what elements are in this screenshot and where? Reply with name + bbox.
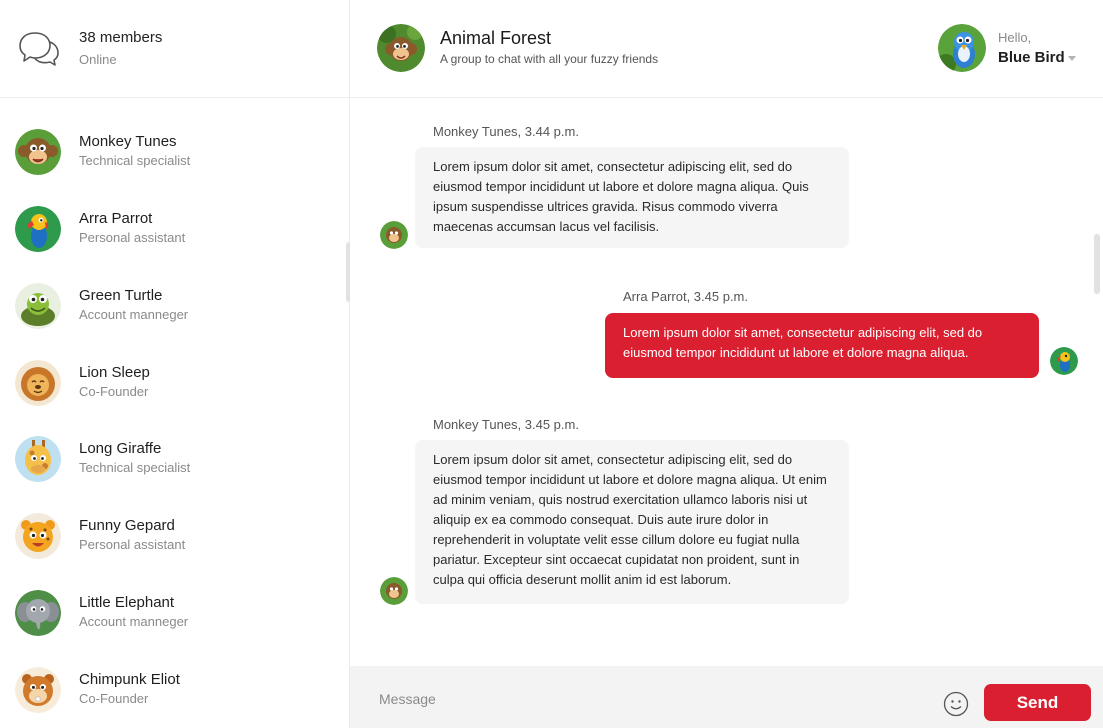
chat-bubbles-icon bbox=[19, 32, 59, 66]
messages-scrollbar[interactable] bbox=[1094, 234, 1100, 294]
contact-name: Long Giraffe bbox=[79, 440, 162, 457]
contact-item-funny-gepard[interactable]: Funny Gepard Personal assistant bbox=[0, 505, 340, 565]
group-description: A group to chat with all your fuzzy frie… bbox=[440, 52, 659, 66]
parrot-avatar bbox=[15, 206, 61, 252]
message-author: Monkey Tunes, 3.44 p.m. bbox=[433, 124, 579, 139]
contact-item-long-giraffe[interactable]: Long Giraffe Technical specialist bbox=[0, 428, 340, 488]
contact-item-arra-parrot[interactable]: Arra Parrot Personal assistant bbox=[0, 198, 340, 258]
sidebar: 38 members Online Monkey Tunes Technical… bbox=[0, 0, 352, 728]
turtle-avatar bbox=[15, 283, 61, 329]
message-author: Arra Parrot, 3.45 p.m. bbox=[623, 289, 748, 304]
contact-name: Chimpunk Eliot bbox=[79, 671, 180, 688]
contact-name: Lion Sleep bbox=[79, 364, 150, 381]
contact-item-chimpunk-eliot[interactable]: Chimpunk Eliot Co-Founder bbox=[0, 659, 340, 719]
elephant-avatar bbox=[15, 590, 61, 636]
monkey-avatar bbox=[15, 129, 61, 175]
monkey-avatar bbox=[380, 577, 408, 605]
chevron-down-icon[interactable] bbox=[1068, 56, 1076, 61]
contact-name: Green Turtle bbox=[79, 287, 163, 304]
chat-header: Animal Forest A group to chat with all y… bbox=[350, 0, 1103, 98]
members-header: 38 members Online bbox=[0, 0, 349, 98]
contact-item-green-turtle[interactable]: Green Turtle Account manneger bbox=[0, 275, 340, 335]
monkey-avatar bbox=[380, 221, 408, 249]
contact-role: Technical specialist bbox=[79, 153, 191, 168]
send-button[interactable]: Send bbox=[984, 684, 1091, 721]
user-avatar-icon[interactable] bbox=[938, 24, 986, 72]
message-list: Monkey Tunes, 3.44 p.m. Lorem ipsum dolo… bbox=[350, 98, 1103, 666]
contact-item-lion-sleep[interactable]: Lion Sleep Co-Founder bbox=[0, 352, 340, 412]
user-name-dropdown[interactable]: Blue Bird bbox=[998, 49, 1065, 66]
group-avatar-icon bbox=[377, 24, 425, 72]
compose-bar: Send bbox=[350, 666, 1103, 728]
contact-name: Monkey Tunes bbox=[79, 133, 177, 150]
contact-role: Co-Founder bbox=[79, 384, 149, 399]
contact-name: Arra Parrot bbox=[79, 210, 153, 227]
contact-item-monkey-tunes[interactable]: Monkey Tunes Technical specialist bbox=[0, 121, 340, 181]
contact-name: Funny Gepard bbox=[79, 517, 175, 534]
contact-role: Co-Founder bbox=[79, 691, 149, 706]
contact-role: Personal assistant bbox=[79, 230, 186, 245]
giraffe-avatar bbox=[15, 436, 61, 482]
message-author: Monkey Tunes, 3.45 p.m. bbox=[433, 417, 579, 432]
chipmunk-avatar bbox=[15, 667, 61, 713]
contact-list: Monkey Tunes Technical specialist Arra P… bbox=[0, 98, 349, 728]
contact-item-little-elephant[interactable]: Little Elephant Account manneger bbox=[0, 582, 340, 642]
contact-role: Account manneger bbox=[79, 307, 189, 322]
contact-role: Personal assistant bbox=[79, 537, 186, 552]
lion-avatar bbox=[15, 360, 61, 406]
members-count: 38 members bbox=[79, 29, 163, 46]
message-bubble: Lorem ipsum dolor sit amet, consectetur … bbox=[415, 147, 849, 248]
contact-name: Little Elephant bbox=[79, 594, 175, 611]
members-status: Online bbox=[79, 52, 117, 67]
message-bubble: Lorem ipsum dolor sit amet, consectetur … bbox=[605, 313, 1039, 378]
greeting-label: Hello, bbox=[998, 30, 1032, 45]
message-bubble: Lorem ipsum dolor sit amet, consectetur … bbox=[415, 440, 849, 604]
contact-role: Account manneger bbox=[79, 614, 189, 629]
message-input[interactable] bbox=[370, 684, 930, 714]
smiley-icon[interactable] bbox=[943, 691, 969, 717]
parrot-avatar bbox=[1050, 347, 1078, 375]
group-name: Animal Forest bbox=[440, 28, 552, 48]
cheetah-avatar bbox=[15, 513, 61, 559]
contact-role: Technical specialist bbox=[79, 460, 191, 475]
